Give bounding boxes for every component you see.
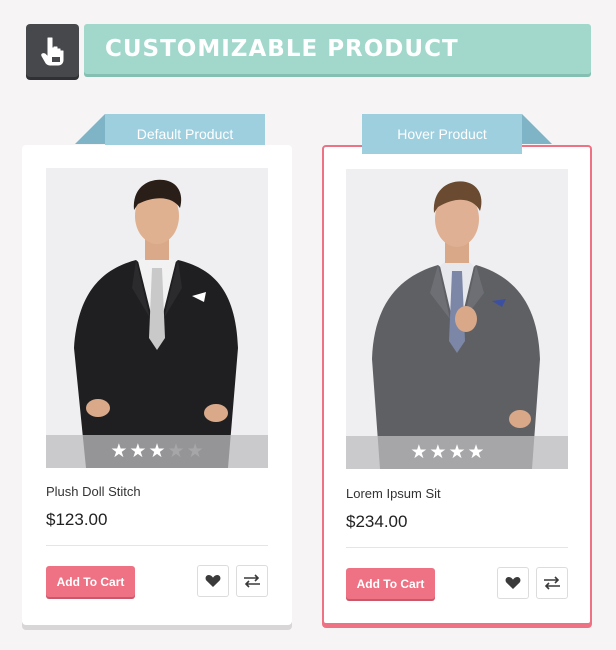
rating-strip: ★ ★ ★ ★ ★ [346, 436, 568, 469]
star-icon: ★ [448, 442, 466, 463]
wishlist-button[interactable] [197, 565, 229, 597]
ribbon-hover-product: Hover Product [362, 114, 522, 154]
star-icon: ★ [129, 441, 147, 462]
ribbon-fold-right [522, 114, 552, 144]
add-to-cart-button[interactable]: Add To Cart [46, 566, 135, 597]
compare-button[interactable] [236, 565, 268, 597]
hand-badge [26, 24, 79, 77]
product-price: $123.00 [46, 510, 108, 529]
product-card-default[interactable]: ★ ★ ★ ★ ★ Plush Doll Stitch $123.00 Add … [22, 145, 292, 625]
product-name[interactable]: Plush Doll Stitch [46, 484, 141, 499]
star-icon: ★ [167, 441, 185, 462]
add-to-cart-button[interactable]: Add To Cart [346, 568, 435, 599]
star-icon: ★ [148, 441, 166, 462]
product-name[interactable]: Lorem Ipsum Sit [346, 486, 441, 501]
product-price: $234.00 [346, 512, 408, 531]
product-image[interactable]: ★ ★ ★ ★ ★ [346, 169, 568, 469]
star-icon: ★ [429, 442, 447, 463]
star-icon: ★ [110, 441, 128, 462]
rating-strip: ★ ★ ★ ★ ★ [46, 435, 268, 468]
heart-icon [205, 575, 221, 587]
divider [346, 547, 568, 548]
compare-button[interactable] [536, 567, 568, 599]
ribbon-fold-left [75, 114, 105, 144]
star-icon: ★ [186, 441, 204, 462]
page-title: CUSTOMIZABLE PRODUCT [105, 36, 459, 62]
star-icon: ★ [410, 442, 428, 463]
heart-icon [505, 577, 521, 589]
compare-arrows-icon [544, 576, 560, 590]
product-image[interactable]: ★ ★ ★ ★ ★ [46, 168, 268, 468]
model-black-suit-image [46, 168, 268, 468]
hand-pointer-icon [40, 37, 63, 65]
wishlist-button[interactable] [497, 567, 529, 599]
star-icon: ★ [467, 442, 485, 463]
compare-arrows-icon [244, 574, 260, 588]
section-title-bar: CUSTOMIZABLE PRODUCT [84, 24, 591, 74]
divider [46, 545, 268, 546]
product-card-hover[interactable]: ★ ★ ★ ★ ★ Lorem Ipsum Sit $234.00 Add To… [322, 145, 592, 625]
model-grey-suit-image [346, 169, 568, 469]
star-icon: ★ [486, 442, 504, 463]
